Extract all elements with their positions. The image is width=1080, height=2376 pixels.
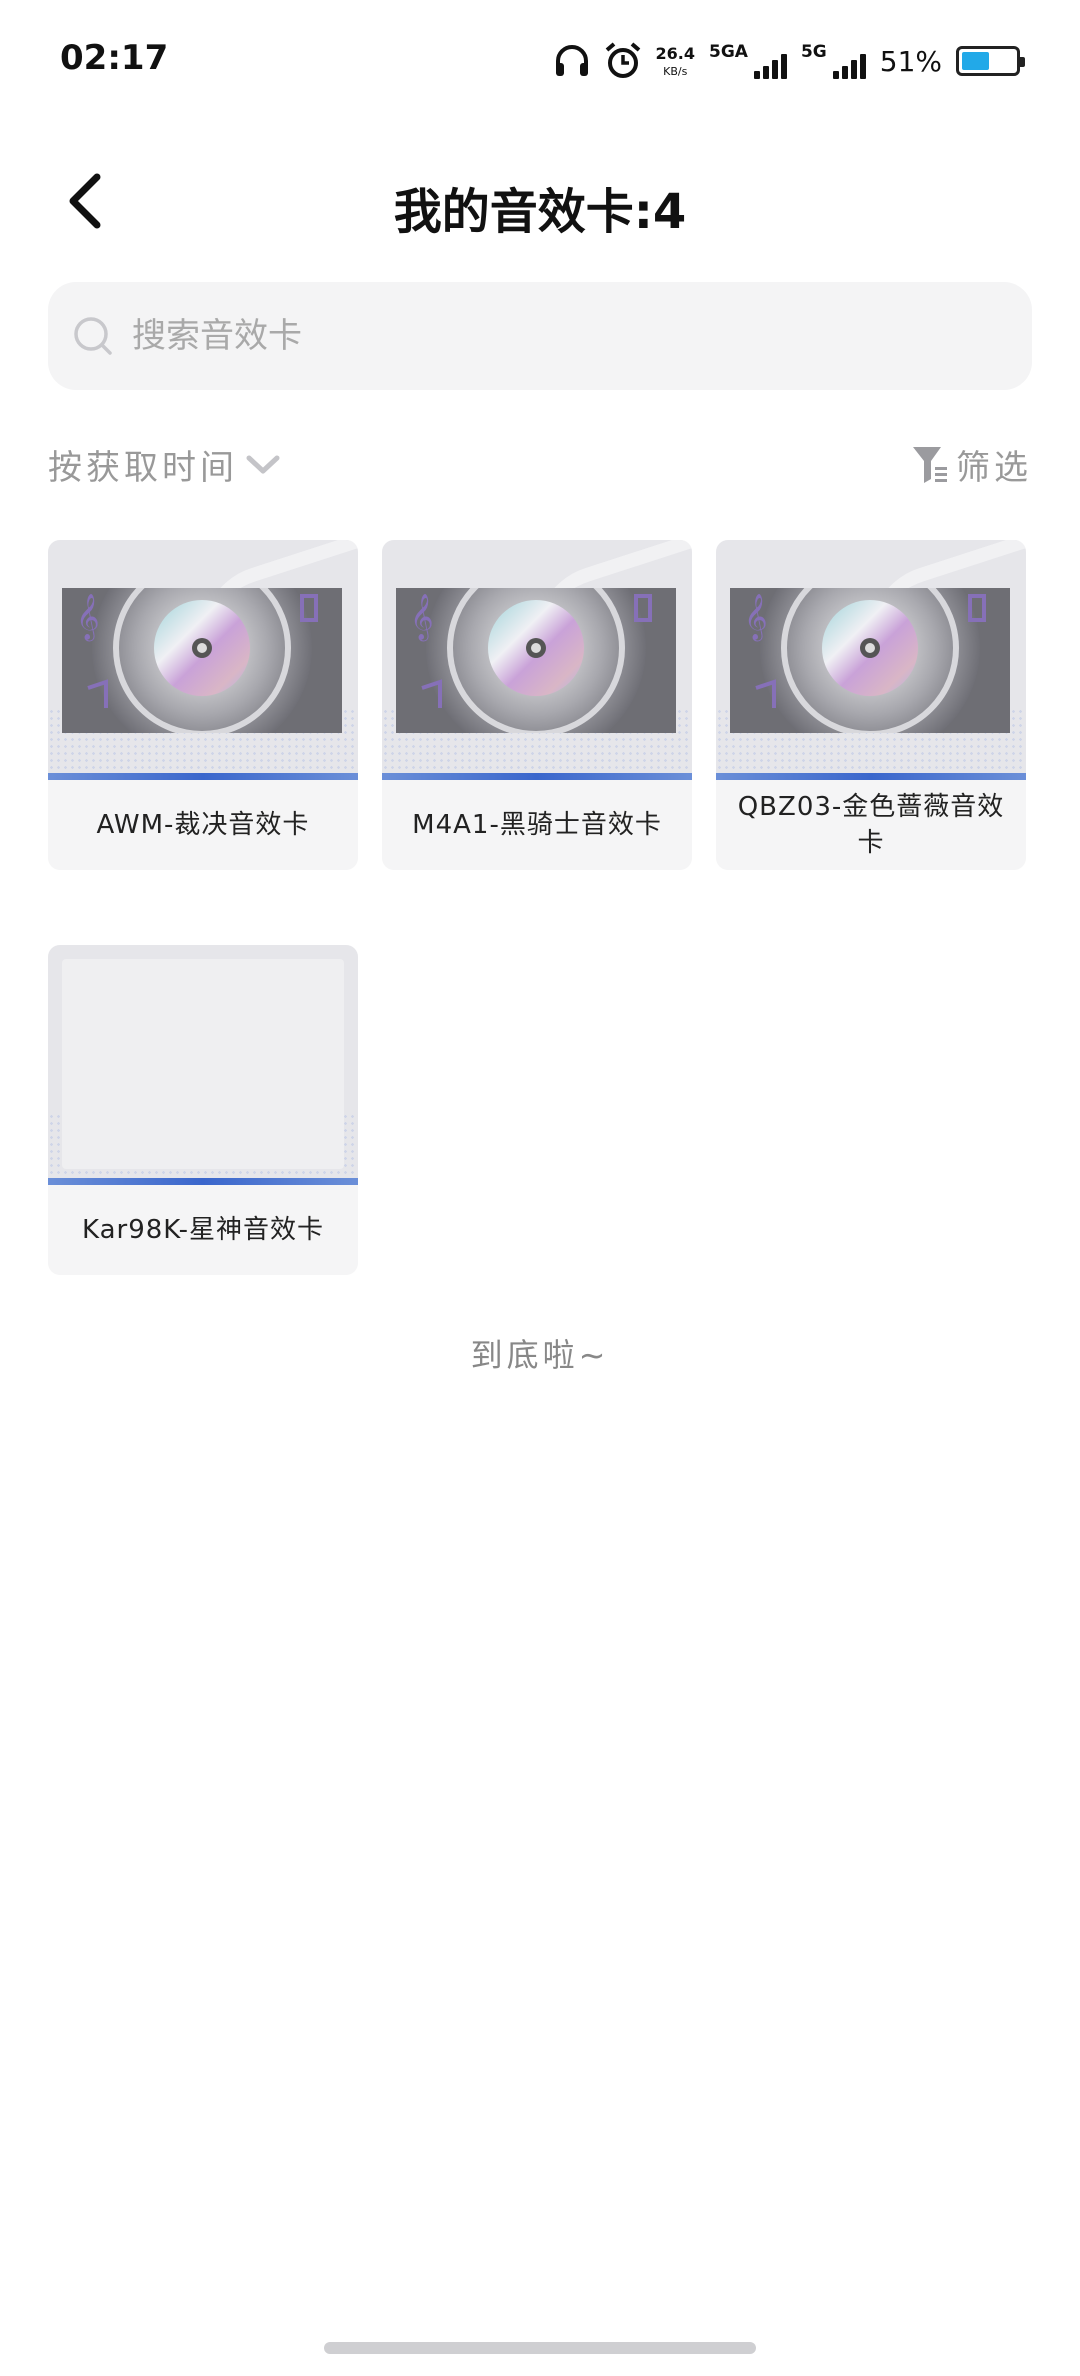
page-header: 我的音效卡:4 — [0, 150, 1080, 250]
battery-percentage: 51% — [879, 44, 942, 78]
sort-filter-toolbar: 按获取时间 筛选 — [48, 440, 1032, 500]
sort-label: 按获取时间 — [48, 448, 238, 488]
chevron-down-icon — [246, 455, 280, 473]
sound-card-item[interactable]: 𝄞 QBZ03-金色蔷薇音效卡 — [716, 540, 1026, 870]
filter-label: 筛选 — [956, 448, 1032, 488]
signal-bars-icon — [753, 53, 787, 79]
filter-button[interactable]: 筛选 — [912, 440, 1032, 489]
sound-card-name: QBZ03-金色蔷薇音效卡 — [737, 791, 1005, 858]
signal-sim2: 5G — [800, 41, 866, 79]
sim1-label: 5GA — [709, 41, 748, 62]
status-time: 02:17 — [60, 38, 169, 78]
end-of-list-text: 到底啦~ — [470, 1336, 610, 1374]
network-speed: 26.4 KB/s — [655, 43, 696, 78]
signal-bars-icon — [832, 53, 866, 79]
sound-card-item[interactable]: 𝄞 AWM-裁决音效卡 — [48, 540, 358, 870]
search-input[interactable] — [130, 315, 994, 357]
battery-icon — [956, 46, 1025, 76]
sim2-label: 5G — [800, 41, 827, 62]
sound-card-thumbnail: 𝄞 — [716, 540, 1026, 780]
music-disc-icon: 𝄞 — [730, 588, 1010, 733]
network-speed-value: 26.4 — [655, 43, 696, 63]
search-bar[interactable] — [48, 282, 1032, 390]
filter-icon — [913, 446, 947, 483]
sound-card-item[interactable]: 𝄞 M4A1-黑骑士音效卡 — [382, 540, 692, 870]
headphones-icon — [554, 44, 590, 78]
page-title: 我的音效卡:4 — [393, 184, 687, 240]
thumbnail-placeholder — [62, 959, 344, 1169]
sort-dropdown[interactable]: 按获取时间 — [48, 440, 280, 489]
alarm-icon — [604, 42, 642, 80]
music-disc-icon: 𝄞 — [62, 588, 342, 733]
svg-text:𝄞: 𝄞 — [76, 594, 100, 642]
sound-card-item[interactable]: Kar98K-星神音效卡 — [48, 945, 358, 1275]
network-speed-unit: KB/s — [663, 64, 688, 78]
home-indicator[interactable] — [324, 2342, 756, 2354]
sound-card-thumbnail — [48, 945, 358, 1185]
search-icon — [72, 315, 114, 357]
sound-card-name: AWM-裁决音效卡 — [96, 809, 310, 840]
sound-card-name: Kar98K-星神音效卡 — [81, 1214, 324, 1245]
svg-text:𝄞: 𝄞 — [410, 594, 434, 642]
sound-card-thumbnail: 𝄞 — [48, 540, 358, 780]
status-bar: 02:17 26.4 KB/s 5GA 5G 51% — [0, 0, 1080, 120]
svg-text:𝄞: 𝄞 — [744, 594, 768, 642]
status-icons: 26.4 KB/s 5GA 5G 51% — [554, 36, 1025, 86]
sound-card-thumbnail: 𝄞 — [382, 540, 692, 780]
sound-card-name: M4A1-黑骑士音效卡 — [412, 809, 662, 840]
signal-sim1: 5GA — [709, 41, 787, 79]
music-disc-icon: 𝄞 — [396, 588, 676, 733]
